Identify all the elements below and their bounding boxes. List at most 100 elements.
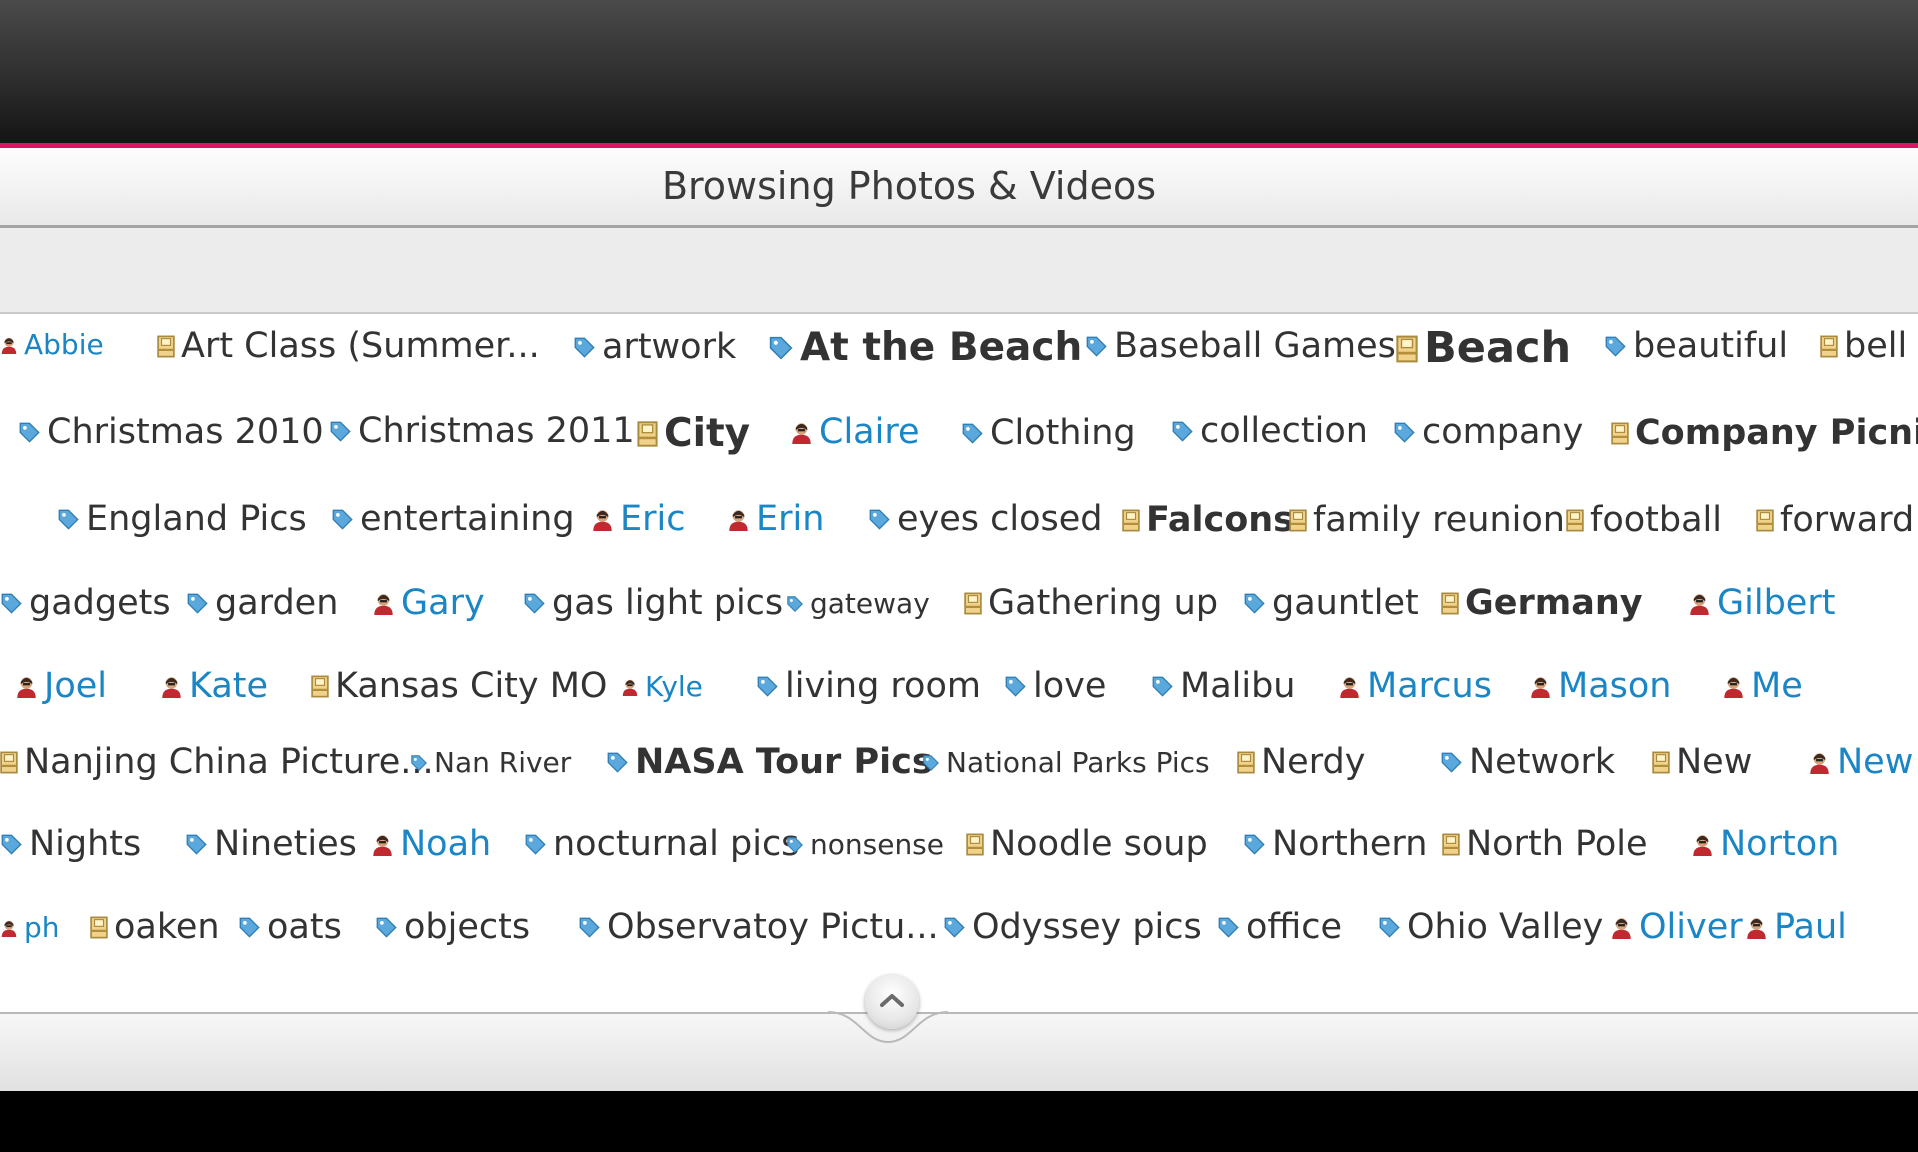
person-tag[interactable]: ph xyxy=(0,914,60,942)
person-tag[interactable]: Paul xyxy=(1745,910,1847,945)
album-icon xyxy=(311,675,329,698)
tag-label: Nerdy xyxy=(1261,742,1366,782)
collapse-button[interactable] xyxy=(865,975,919,1029)
keyword-tag-icon xyxy=(573,336,596,359)
top-bar xyxy=(0,0,1918,143)
tag-label: Paul xyxy=(1774,907,1847,947)
album-icon xyxy=(1396,335,1418,363)
keyword-tag[interactable]: Baseball Games xyxy=(1085,329,1396,364)
tag-label: Odyssey pics xyxy=(972,907,1202,947)
album-tag[interactable]: New xyxy=(1652,745,1752,780)
album-icon xyxy=(964,592,982,615)
album-icon xyxy=(0,751,18,774)
person-tag[interactable]: Abbie xyxy=(0,331,104,359)
person-tag[interactable]: New xyxy=(1808,745,1913,780)
keyword-tag[interactable]: nocturnal pics xyxy=(524,827,799,862)
person-tag[interactable]: Kyle xyxy=(621,673,703,701)
person-tag[interactable]: Gary xyxy=(372,586,485,621)
keyword-tag-icon xyxy=(1004,675,1027,698)
keyword-tag[interactable]: oats xyxy=(238,910,342,945)
keyword-tag-icon xyxy=(0,592,23,615)
keyword-tag[interactable]: eyes closed xyxy=(868,502,1103,537)
person-tag[interactable]: Oliver xyxy=(1610,910,1743,945)
keyword-tag[interactable]: company xyxy=(1393,415,1583,450)
keyword-tag[interactable]: garden xyxy=(186,586,338,621)
album-tag[interactable]: bell xyxy=(1820,329,1907,364)
tag-label: Gathering up xyxy=(988,583,1219,623)
person-tag[interactable]: Joel xyxy=(15,669,107,704)
keyword-tag[interactable]: Odyssey pics xyxy=(943,910,1202,945)
person-tag[interactable]: Mason xyxy=(1529,669,1671,704)
tag-label: collection xyxy=(1200,411,1368,451)
album-tag[interactable]: Kansas City MO xyxy=(311,669,607,704)
album-tag[interactable]: Nanjing China Picture... xyxy=(0,745,434,780)
keyword-tag[interactable]: office xyxy=(1217,910,1342,945)
keyword-tag-icon xyxy=(185,833,208,856)
tag-label: oats xyxy=(267,907,342,947)
person-tag[interactable]: Noah xyxy=(371,827,491,862)
album-tag[interactable]: Gathering up xyxy=(964,586,1218,621)
keyword-tag[interactable]: Christmas 2011 xyxy=(329,414,635,449)
album-tag[interactable]: family reunion xyxy=(1289,503,1565,538)
keyword-tag[interactable]: Observatoy Pictu... xyxy=(578,910,939,945)
keyword-tag[interactable]: England Pics xyxy=(57,502,307,537)
keyword-tag[interactable]: Nan River xyxy=(410,749,571,777)
keyword-tag-icon xyxy=(331,508,354,531)
tag-label: entertaining xyxy=(360,499,575,539)
keyword-tag-icon xyxy=(1393,421,1416,444)
keyword-tag[interactable]: gas light pics xyxy=(523,586,783,621)
album-tag[interactable]: Beach xyxy=(1396,327,1571,370)
keyword-tag[interactable]: Clothing xyxy=(961,416,1136,451)
person-tag[interactable]: Marcus xyxy=(1338,669,1492,704)
keyword-tag[interactable]: Nights xyxy=(0,827,141,862)
keyword-tag[interactable]: gadgets xyxy=(0,586,171,621)
album-tag[interactable]: football xyxy=(1566,503,1722,538)
person-tag[interactable]: Erin xyxy=(727,502,824,537)
keyword-tag-icon xyxy=(1604,335,1627,358)
tag-label: gadgets xyxy=(29,583,171,623)
keyword-tag[interactable]: Malibu xyxy=(1151,669,1296,704)
album-tag[interactable]: North Pole xyxy=(1442,827,1648,862)
keyword-tag[interactable]: objects xyxy=(375,910,530,945)
keyword-tag[interactable]: Nineties xyxy=(185,827,357,862)
album-tag[interactable]: forward xyxy=(1756,503,1914,538)
album-tag[interactable]: Nerdy xyxy=(1237,745,1365,780)
keyword-tag[interactable]: NASA Tour Pics xyxy=(606,745,933,780)
tag-label: Kyle xyxy=(645,670,703,703)
person-icon xyxy=(1722,675,1745,698)
person-tag[interactable]: Norton xyxy=(1691,827,1839,862)
album-tag[interactable]: Company Picnics xyxy=(1611,416,1918,451)
person-tag[interactable]: Me xyxy=(1722,669,1803,704)
keyword-tag[interactable]: gauntlet xyxy=(1243,586,1419,621)
keyword-tag[interactable]: Northern xyxy=(1243,827,1427,862)
keyword-tag[interactable]: love xyxy=(1004,669,1106,704)
person-tag[interactable]: Kate xyxy=(160,669,268,704)
tag-label: Claire xyxy=(819,412,920,452)
keyword-tag-icon xyxy=(578,916,601,939)
keyword-tag[interactable]: nonsense xyxy=(786,831,944,859)
person-icon xyxy=(0,919,18,937)
keyword-tag[interactable]: At the Beach xyxy=(768,328,1082,367)
keyword-tag[interactable]: beautiful xyxy=(1604,329,1788,364)
keyword-tag[interactable]: artwork xyxy=(573,330,736,365)
person-tag[interactable]: Claire xyxy=(790,415,920,450)
keyword-tag[interactable]: entertaining xyxy=(331,502,575,537)
album-tag[interactable]: Noodle soup xyxy=(966,827,1208,862)
keyword-tag[interactable]: National Parks Pics xyxy=(922,749,1210,777)
person-tag[interactable]: Gilbert xyxy=(1688,586,1835,621)
keyword-tag[interactable]: Ohio Valley xyxy=(1378,910,1603,945)
keyword-tag[interactable]: Network xyxy=(1440,745,1615,780)
album-tag[interactable]: Falcons xyxy=(1122,503,1294,538)
tag-label: Abbie xyxy=(24,328,104,361)
keyword-tag[interactable]: collection xyxy=(1171,414,1368,449)
album-tag[interactable]: Art Class (Summer... xyxy=(157,329,540,364)
album-tag[interactable]: oaken xyxy=(90,910,220,945)
album-tag[interactable]: City xyxy=(637,414,750,453)
tag-label: Baseball Games xyxy=(1114,326,1396,366)
keyword-tag[interactable]: gateway xyxy=(786,590,930,618)
person-tag[interactable]: Eric xyxy=(591,502,685,537)
person-icon xyxy=(1529,675,1552,698)
album-tag[interactable]: Germany xyxy=(1441,586,1643,621)
keyword-tag[interactable]: Christmas 2010 xyxy=(18,415,324,450)
keyword-tag[interactable]: living room xyxy=(756,669,981,704)
